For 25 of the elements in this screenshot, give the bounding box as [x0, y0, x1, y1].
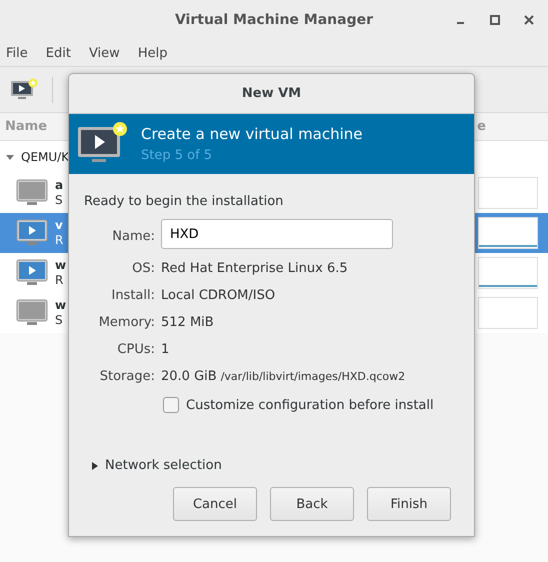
vm-name: v: [55, 218, 64, 233]
intro-text: Ready to begin the installation: [84, 194, 284, 209]
field-value: Red Hat Enterprise Linux 6.5: [161, 260, 349, 278]
vm-status: S: [55, 193, 64, 208]
vm-name: w: [55, 298, 66, 313]
field-value: 512 MiB: [161, 314, 215, 332]
dialog-heading: Create a new virtual machine: [141, 125, 363, 143]
vm-name: a: [55, 178, 64, 193]
field-value: 1: [161, 341, 170, 359]
field-label: Memory:: [98, 314, 155, 332]
dialog-title: New VM: [242, 86, 302, 101]
window-title: Virtual Machine Manager: [174, 12, 374, 28]
vm-status: S: [55, 313, 64, 328]
field-label: Name:: [111, 228, 155, 246]
field-value: 20.0 GiB: [161, 368, 217, 386]
field-value: Local CDROM/ISO: [161, 287, 276, 305]
field-label: Install:: [110, 287, 155, 305]
step-indicator: Step 5 of 5: [141, 148, 214, 163]
vm-status: R: [55, 233, 64, 248]
field-label: Storage:: [98, 368, 155, 386]
vm-name: w: [55, 258, 66, 273]
field-label: OS:: [131, 260, 155, 278]
field-label: CPUs:: [116, 341, 155, 359]
file-path: /var/lib/libvirt/images/HXD.qcow2: [220, 370, 406, 383]
vm-status: R: [55, 273, 64, 288]
